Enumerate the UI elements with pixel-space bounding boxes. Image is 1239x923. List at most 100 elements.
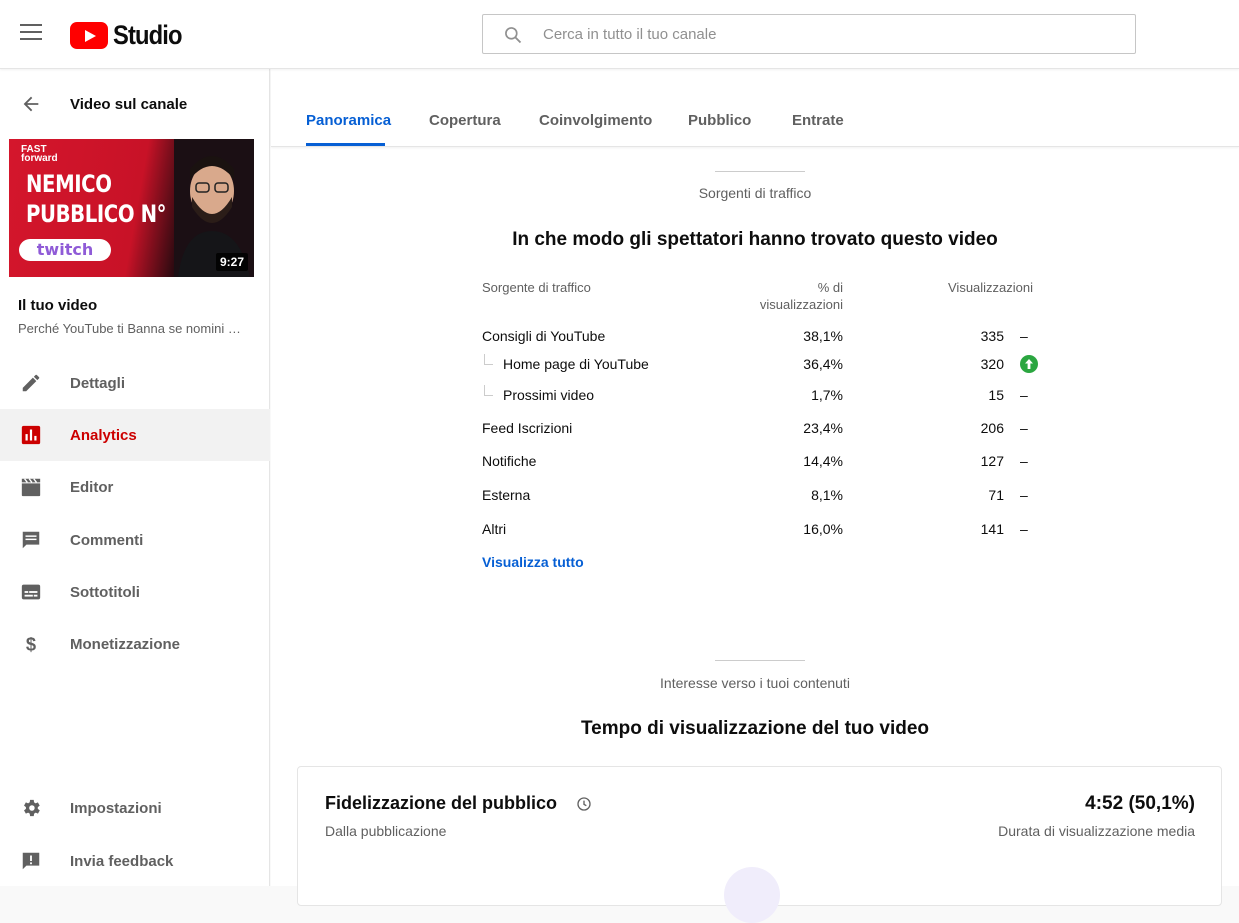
- trend-up-icon: [1020, 355, 1038, 373]
- thumbnail-brand: FAST forward: [21, 144, 58, 164]
- col-header-views: Visualizzazioni: [948, 280, 1034, 295]
- back-to-videos[interactable]: Video sul canale: [0, 91, 270, 117]
- trend-indicator: –: [1020, 387, 1028, 403]
- nav-label: Commenti: [70, 531, 144, 549]
- pct-value: 36,4%: [803, 356, 843, 372]
- clapperboard-icon: [19, 475, 43, 499]
- dollar-icon: $: [19, 632, 43, 656]
- views-value: 15: [988, 387, 1004, 403]
- search-input[interactable]: [543, 15, 1123, 53]
- nav-label: Invia feedback: [70, 852, 174, 870]
- nav-item-analytics[interactable]: Analytics: [0, 409, 270, 461]
- tab-copertura[interactable]: Copertura: [429, 112, 501, 129]
- source-name: Home page di YouTube: [503, 356, 649, 372]
- trend-indicator: –: [1020, 328, 1028, 344]
- chart-placeholder: [724, 867, 780, 923]
- tab-pubblico[interactable]: Pubblico: [688, 112, 751, 129]
- trend-indicator: –: [1020, 521, 1028, 537]
- section-divider: [715, 171, 805, 172]
- col-header-source: Sorgente di traffico: [482, 280, 591, 295]
- pct-value: 38,1%: [803, 328, 843, 344]
- views-value: 320: [980, 356, 1004, 372]
- nav-item-commenti[interactable]: Commenti: [0, 514, 270, 566]
- source-name: Prossimi video: [503, 387, 595, 403]
- retention-card[interactable]: Fidelizzazione del pubblico Dalla pubbli…: [297, 766, 1222, 923]
- views-value: 127: [980, 453, 1004, 469]
- nav-label: Monetizzazione: [70, 635, 181, 653]
- active-tab-indicator: [306, 143, 385, 146]
- search-icon[interactable]: [503, 25, 523, 45]
- table-row: Notifiche 14,4% 127 –: [482, 453, 1042, 477]
- view-all-link[interactable]: Visualizza tutto: [482, 554, 584, 570]
- trend-indicator: –: [1020, 487, 1028, 503]
- sidebar: Video sul canale FAST forward NEMICO PUBB…: [0, 69, 270, 886]
- tree-connector: [484, 385, 493, 396]
- retention-title: Fidelizzazione del pubblico: [325, 793, 558, 813]
- logo-text: Studio: [113, 20, 183, 50]
- table-row: Altri 16,0% 141 –: [482, 521, 1042, 545]
- svg-text:$: $: [26, 633, 36, 654]
- tab-coinvolgimento[interactable]: Coinvolgimento: [539, 112, 652, 129]
- section-divider: [715, 660, 805, 661]
- menu-icon[interactable]: [20, 24, 42, 42]
- table-row: Home page di YouTube 36,4% 320: [482, 354, 1042, 380]
- table-row: Prossimi video 1,7% 15 –: [482, 385, 1042, 411]
- nav-label: Editor: [70, 478, 114, 496]
- nav-item-sottotitoli[interactable]: Sottotitoli: [0, 566, 270, 618]
- pct-value: 1,7%: [811, 387, 843, 403]
- youtube-play-icon: [70, 22, 108, 49]
- interest-section-title: Tempo di visualizzazione del tuo video: [580, 718, 930, 739]
- pct-value: 16,0%: [803, 521, 843, 537]
- back-arrow-icon: [23, 96, 39, 112]
- tab-panoramica[interactable]: Panoramica: [306, 112, 391, 129]
- video-title[interactable]: Perché YouTube ti Banna se nomini …: [18, 321, 253, 336]
- views-value: 335: [980, 328, 1004, 344]
- table-row: Consigli di YouTube 38,1% 335 –: [482, 328, 1042, 352]
- traffic-section-label: Sorgenti di traffico: [698, 185, 812, 201]
- feedback-icon: [19, 849, 43, 873]
- views-value: 71: [988, 487, 1004, 503]
- nav-item-feedback[interactable]: Invia feedback: [0, 835, 270, 887]
- clock-icon[interactable]: [576, 796, 592, 812]
- trend-indicator: –: [1020, 453, 1028, 469]
- tab-entrate[interactable]: Entrate: [792, 112, 844, 129]
- pct-value: 8,1%: [811, 487, 843, 503]
- interest-section-label: Interesse verso i tuoi contenuti: [660, 675, 850, 691]
- traffic-section-title: In che modo gli spettatori hanno trovato…: [512, 229, 998, 250]
- pct-value: 23,4%: [803, 420, 843, 436]
- main-content: Panoramica Copertura Coinvolgimento Pubb…: [271, 69, 1239, 923]
- nav-label: Sottotitoli: [70, 583, 140, 601]
- table-row: Esterna 8,1% 71 –: [482, 487, 1042, 511]
- avg-view-duration-value: 4:52 (50,1%): [1085, 793, 1195, 814]
- pct-value: 14,4%: [803, 453, 843, 469]
- nav-item-editor[interactable]: Editor: [0, 461, 270, 513]
- studio-logo[interactable]: Studio: [70, 20, 191, 51]
- tree-connector: [484, 354, 493, 365]
- nav-label: Impostazioni: [70, 799, 162, 817]
- nav-item-monetizzazione[interactable]: $ Monetizzazione: [0, 618, 270, 670]
- source-name: Consigli di YouTube: [482, 328, 606, 344]
- nav-label: Dettagli: [70, 374, 126, 392]
- thumbnail-title-line1: NEMICO: [26, 170, 112, 198]
- thumbnail-title-line2: PUBBLICO N° 1?: [26, 200, 197, 228]
- views-value: 206: [980, 420, 1004, 436]
- comment-icon: [19, 528, 43, 552]
- nav-label: Analytics: [70, 426, 137, 444]
- analytics-tabs: Panoramica Copertura Coinvolgimento Pubb…: [271, 69, 1239, 147]
- pencil-icon: [19, 371, 43, 395]
- source-name: Altri: [482, 521, 507, 537]
- search-box[interactable]: [482, 14, 1136, 54]
- source-name: Feed Iscrizioni: [482, 420, 573, 436]
- trend-indicator: –: [1020, 420, 1028, 436]
- video-thumbnail[interactable]: FAST forward NEMICO PUBBLICO N° 1? twitch…: [9, 139, 254, 277]
- source-name: Esterna: [482, 487, 531, 503]
- source-name: Notifiche: [482, 453, 537, 469]
- subtitles-icon: [19, 580, 43, 604]
- nav-item-impostazioni[interactable]: Impostazioni: [0, 782, 270, 834]
- col-header-pct: % di visualizzazioni: [759, 280, 843, 312]
- nav-item-dettagli[interactable]: Dettagli: [0, 357, 270, 409]
- top-bar: Studio: [0, 0, 1239, 69]
- gear-icon: [19, 796, 43, 820]
- retention-subtitle: Dalla pubblicazione: [325, 823, 447, 839]
- your-video-label: Il tuo video: [18, 297, 98, 314]
